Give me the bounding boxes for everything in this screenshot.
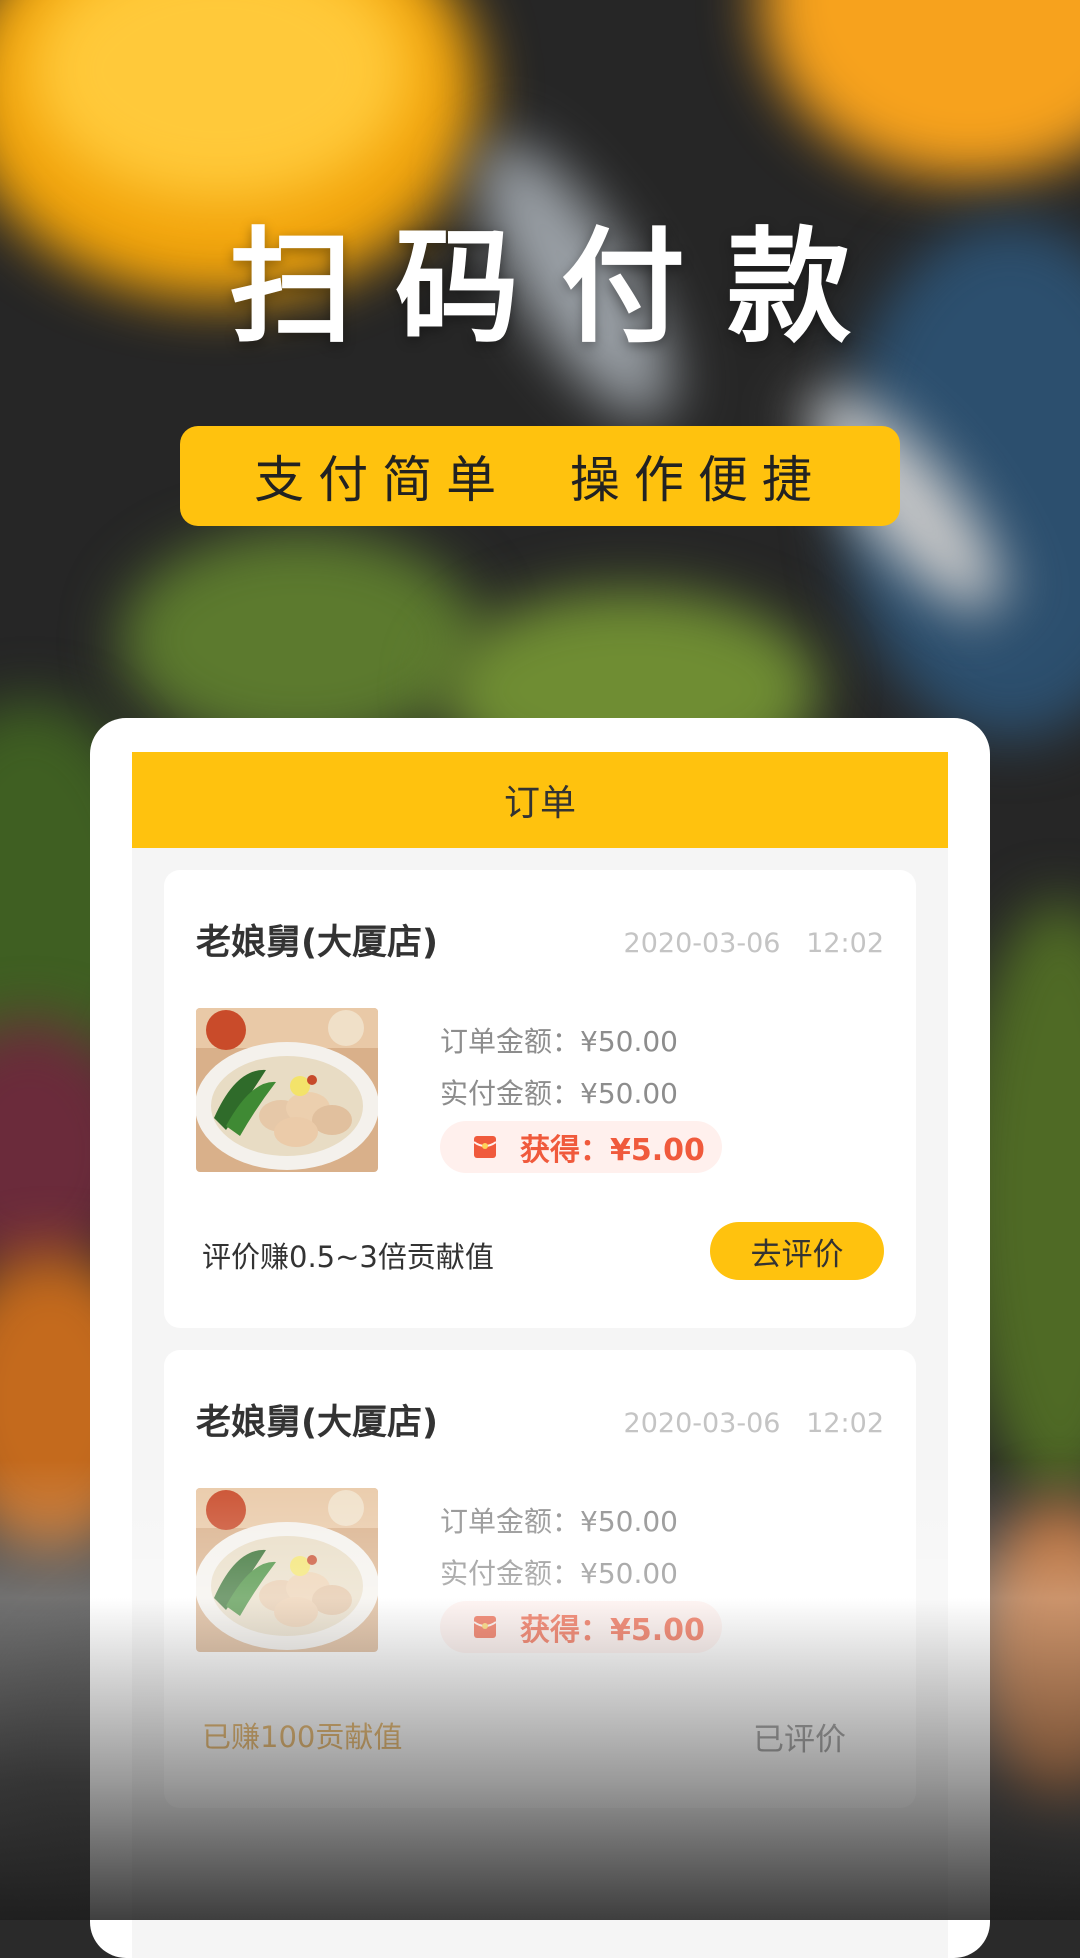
dumpling-food-photo xyxy=(196,1008,378,1172)
paid-amount: 实付金额：¥50.00 xyxy=(440,1077,678,1110)
order-time: 2020-03-06 12:02 xyxy=(623,1408,884,1439)
order-page: 订单 老娘舅(大厦店) 2020-03-06 12:02 订单金额：¥50.00… xyxy=(132,752,948,1958)
shop-name: 老娘舅(大厦店) xyxy=(196,923,438,963)
review-button[interactable]: 去评价 xyxy=(710,1222,884,1280)
page-title-bar: 订单 xyxy=(132,752,948,848)
order-card[interactable]: 老娘舅(大厦店) 2020-03-06 12:02 订单金额：¥50.00 实付… xyxy=(164,1350,916,1808)
phone-screen: 订单 老娘舅(大厦店) 2020-03-06 12:02 订单金额：¥50.00… xyxy=(90,718,990,1958)
headline: 扫码付款 xyxy=(228,216,893,360)
tagline-text: 支付简单 操作便捷 xyxy=(254,451,826,509)
red-envelope-icon xyxy=(473,1616,497,1638)
earned-amount: 获得：¥5.00 xyxy=(520,1613,705,1648)
page-title: 订单 xyxy=(503,783,576,824)
dumpling-food-photo xyxy=(196,1488,378,1652)
order-time: 2020-03-06 12:02 xyxy=(623,928,884,959)
review-hint: 评价赚0.5~3倍贡献值 xyxy=(202,1240,494,1274)
tagline-banner: 支付简单 操作便捷 xyxy=(180,426,900,526)
earned-reward-badge: 获得：¥5.00 xyxy=(440,1601,722,1653)
earned-contribution-note: 已赚100贡献值 xyxy=(202,1720,403,1754)
earned-reward-badge: 获得：¥5.00 xyxy=(440,1121,722,1173)
order-card[interactable]: 老娘舅(大厦店) 2020-03-06 12:02 订单金额：¥50.00 实付… xyxy=(164,870,916,1328)
order-amount: 订单金额：¥50.00 xyxy=(440,1505,678,1538)
earned-amount: 获得：¥5.00 xyxy=(520,1133,705,1168)
red-envelope-icon xyxy=(473,1136,497,1158)
paid-amount: 实付金额：¥50.00 xyxy=(440,1557,678,1590)
order-amount: 订单金额：¥50.00 xyxy=(440,1025,678,1058)
shop-name: 老娘舅(大厦店) xyxy=(196,1403,438,1443)
review-status: 已评价 xyxy=(753,1722,846,1758)
